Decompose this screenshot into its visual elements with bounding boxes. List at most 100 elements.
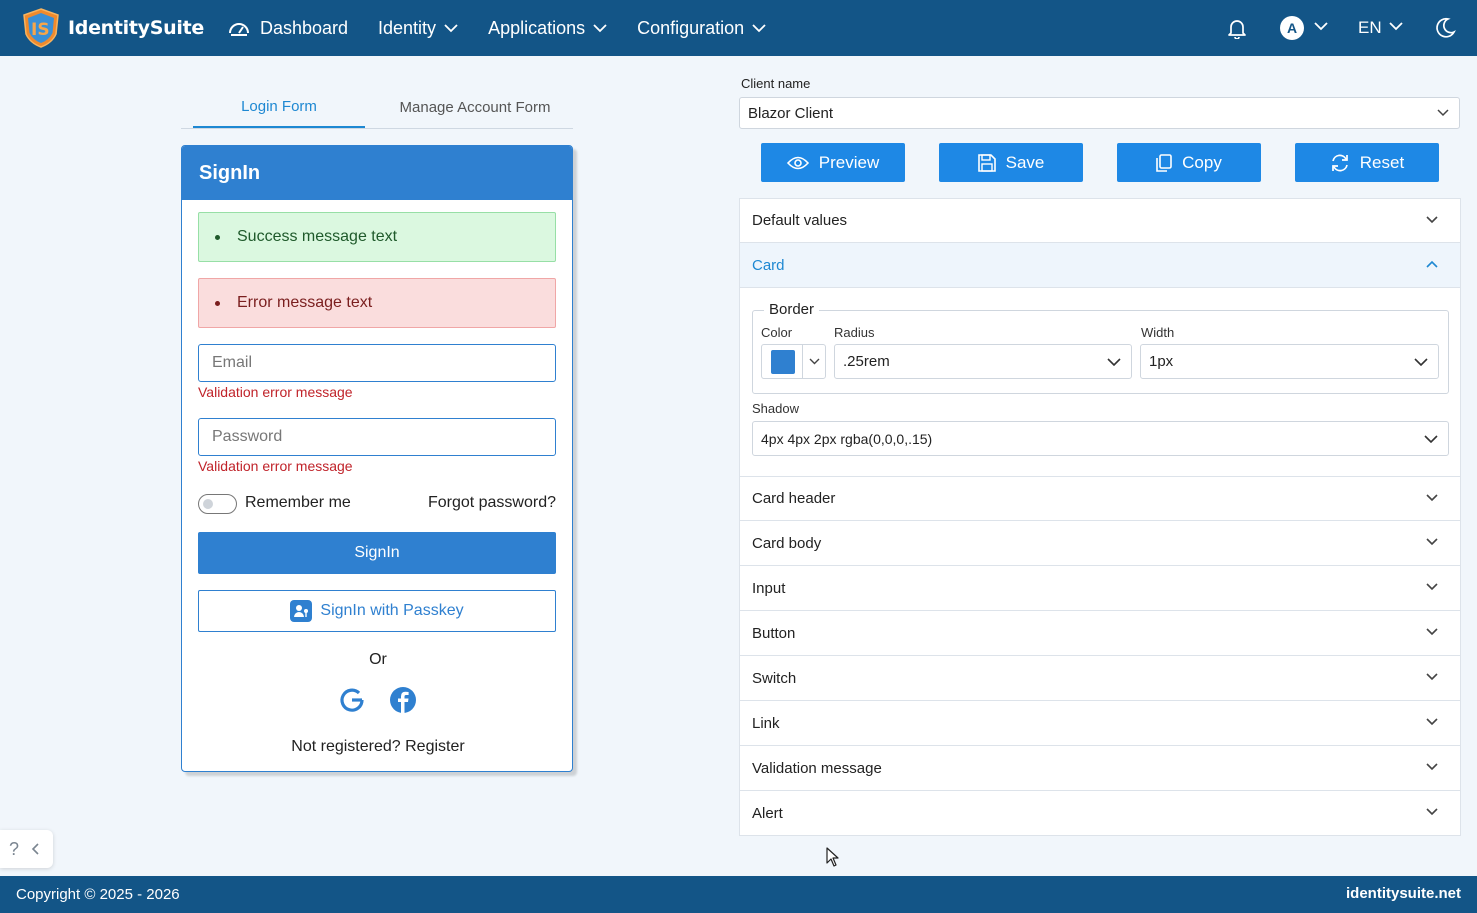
preview-button[interactable]: Preview	[761, 143, 905, 182]
email-field[interactable]: Email	[198, 344, 556, 382]
chevron-down-icon	[1437, 109, 1449, 117]
signin-passkey-label: SignIn with Passkey	[320, 602, 464, 619]
width-label: Width	[1141, 325, 1175, 340]
error-alert: Error message text	[198, 278, 556, 328]
nav-applications-label: Applications	[488, 17, 586, 38]
signin-button[interactable]: SignIn	[198, 532, 556, 574]
refresh-icon	[1331, 154, 1348, 171]
card-settings-panel: Border Color Radius .25rem Width 1px Sha…	[739, 288, 1461, 477]
forgot-password-link[interactable]: Forgot password?	[428, 494, 556, 512]
divider	[802, 345, 803, 378]
client-name-select[interactable]: Blazor Client	[739, 97, 1460, 129]
chevron-down-icon	[1414, 357, 1428, 366]
save-button[interactable]: Save	[939, 143, 1083, 182]
shadow-select[interactable]: 4px 4px 2px rgba(0,0,0,.15)	[752, 421, 1449, 456]
nav-dashboard[interactable]: Dashboard	[228, 18, 348, 39]
section-card-header[interactable]: Card header	[739, 476, 1461, 521]
section-card[interactable]: Card	[739, 243, 1461, 288]
copyright-text: Copyright © 2025 - 2026	[16, 886, 180, 903]
chevron-down-icon	[1426, 216, 1438, 224]
chevron-down-icon	[809, 358, 820, 365]
nav-applications[interactable]: Applications	[488, 18, 607, 39]
chevron-down-icon	[1426, 718, 1438, 726]
color-picker[interactable]	[761, 344, 826, 379]
language-selector[interactable]: EN	[1358, 18, 1382, 38]
tab-manage-account-form[interactable]: Manage Account Form	[377, 86, 573, 128]
chevron-down-icon	[1426, 673, 1438, 681]
radius-label: Radius	[834, 325, 875, 340]
shadow-label: Shadow	[752, 401, 799, 416]
mouse-cursor-icon	[826, 847, 839, 867]
tab-login-form[interactable]: Login Form	[193, 86, 365, 128]
email-validation-message: Validation error message	[198, 384, 353, 400]
color-swatch	[771, 350, 795, 374]
password-validation-message: Validation error message	[198, 458, 353, 474]
section-default-values-label: Default values	[752, 212, 848, 229]
chevron-down-icon	[1426, 808, 1438, 816]
chevron-down-icon[interactable]	[1389, 22, 1403, 31]
chevron-down-icon	[1426, 763, 1438, 771]
identitysuite-logo-icon: IS	[23, 8, 59, 48]
chevron-down-icon	[1424, 434, 1438, 443]
section-card-body[interactable]: Card body	[739, 521, 1461, 566]
chevron-up-icon	[1426, 260, 1438, 268]
width-select[interactable]: 1px	[1140, 344, 1439, 379]
section-button-label: Button	[752, 624, 796, 642]
width-value: 1px	[1149, 353, 1174, 370]
reset-button-label: Reset	[1359, 152, 1405, 172]
form-tabs: Login Form Manage Account Form	[181, 86, 573, 129]
section-default-values[interactable]: Default values	[739, 198, 1461, 243]
chevron-left-icon[interactable]	[31, 843, 39, 855]
radius-select[interactable]: .25rem	[834, 344, 1132, 379]
copy-icon	[1156, 153, 1172, 172]
remember-me-switch[interactable]	[198, 494, 237, 514]
chevron-down-icon[interactable]	[1314, 22, 1328, 31]
nav-configuration[interactable]: Configuration	[637, 18, 766, 39]
site-link[interactable]: identitysuite.net	[1346, 885, 1461, 902]
border-legend: Border	[764, 301, 820, 318]
avatar[interactable]: A	[1280, 16, 1304, 40]
google-icon[interactable]	[338, 686, 366, 714]
section-alert-label: Alert	[752, 804, 783, 822]
chevron-down-icon	[1426, 628, 1438, 636]
section-switch-label: Switch	[752, 669, 797, 687]
section-switch[interactable]: Switch	[739, 656, 1461, 701]
copy-button[interactable]: Copy	[1117, 143, 1261, 182]
moon-icon[interactable]	[1434, 17, 1456, 39]
section-validation-message[interactable]: Validation message	[739, 746, 1461, 791]
dashboard-icon	[228, 23, 249, 36]
section-input[interactable]: Input	[739, 566, 1461, 611]
section-link[interactable]: Link	[739, 701, 1461, 746]
signin-card-preview: SignIn Success message text Error messag…	[181, 145, 573, 772]
save-button-label: Save	[1005, 152, 1045, 172]
nav-identity-label: Identity	[378, 17, 437, 38]
success-alert-text: Success message text	[237, 228, 398, 245]
nav-configuration-label: Configuration	[637, 17, 745, 38]
signin-button-label: SignIn	[354, 544, 400, 561]
section-alert[interactable]: Alert	[739, 791, 1461, 836]
email-placeholder: Email	[212, 354, 253, 371]
section-button[interactable]: Button	[739, 611, 1461, 656]
nav-identity[interactable]: Identity	[378, 18, 458, 39]
help-icon: ?	[9, 838, 20, 859]
password-placeholder: Password	[212, 428, 283, 445]
nav-dashboard-label: Dashboard	[259, 17, 349, 38]
section-card-label: Card	[752, 256, 785, 274]
signin-passkey-button[interactable]: SignIn with Passkey	[198, 590, 556, 632]
bell-icon[interactable]	[1226, 17, 1248, 39]
svg-text:IS: IS	[31, 20, 50, 40]
card-title: SignIn	[199, 161, 261, 184]
brand[interactable]: IS IdentitySuite	[22, 8, 204, 48]
reset-button[interactable]: Reset	[1295, 143, 1439, 182]
brand-name: IdentitySuite	[68, 17, 204, 39]
help-widget[interactable]: ?	[0, 830, 53, 868]
facebook-icon[interactable]	[389, 686, 417, 714]
password-field[interactable]: Password	[198, 418, 556, 456]
bullet-icon	[215, 234, 220, 240]
client-name-label: Client name	[741, 76, 811, 91]
chevron-down-icon	[1426, 494, 1438, 502]
register-link[interactable]: Not registered? Register	[182, 738, 572, 756]
bullet-icon	[215, 300, 220, 306]
footer: Copyright © 2025 - 2026 identitysuite.ne…	[0, 876, 1477, 913]
copy-button-label: Copy	[1182, 152, 1222, 172]
